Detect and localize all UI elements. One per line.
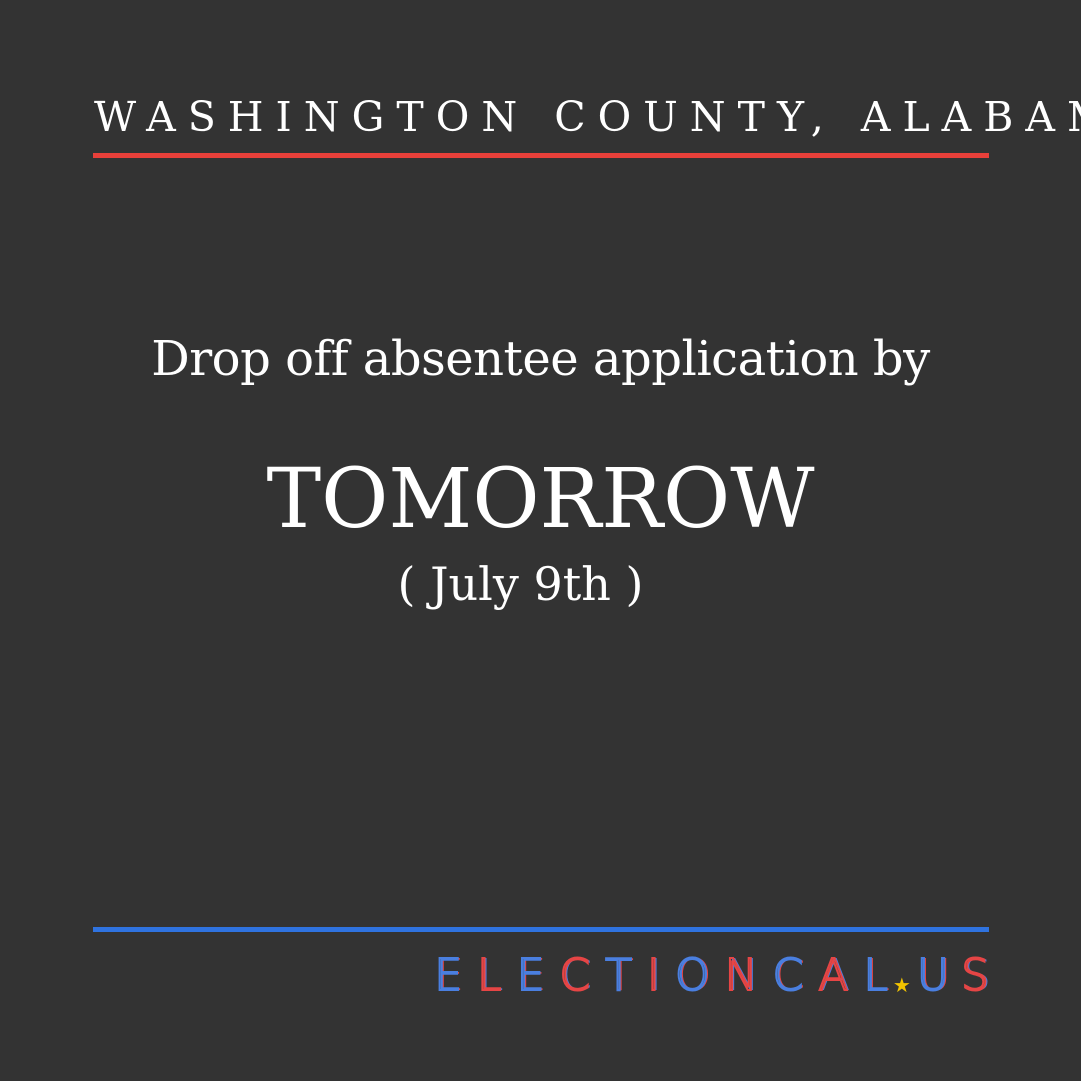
brand-letter: T	[604, 949, 647, 1002]
brand-letter: L	[476, 949, 517, 1002]
brand-name: ELECTIONCAL	[433, 949, 903, 1002]
brand-letter: O	[674, 949, 725, 1002]
brand-letter: N	[724, 949, 773, 1002]
date-text: ( July 9th )	[397, 557, 644, 611]
brand-tld: US	[916, 949, 1001, 1002]
bottom-blue-divider	[93, 927, 989, 932]
brand-letter: I	[646, 949, 675, 1002]
brand-letter: C	[558, 949, 606, 1002]
graphic-canvas: WASHINGTON COUNTY, ALABAMA Drop off abse…	[0, 0, 1081, 1081]
brand-logo: ELECTIONCAL ★ US	[433, 949, 990, 1002]
instruction-text: Drop off absentee application by	[151, 331, 930, 387]
brand-letter: S	[960, 949, 1001, 1002]
deadline-text: TOMORROW	[266, 452, 815, 547]
star-icon: ★	[892, 973, 911, 997]
county-title: WASHINGTON COUNTY, ALABAMA	[94, 93, 1081, 141]
top-red-divider	[93, 153, 989, 158]
brand-letter: E	[433, 949, 478, 1002]
brand-letter: A	[817, 949, 864, 1002]
brand-letter: C	[772, 949, 819, 1002]
brand-letter: U	[916, 949, 962, 1002]
brand-letter: E	[516, 949, 560, 1002]
